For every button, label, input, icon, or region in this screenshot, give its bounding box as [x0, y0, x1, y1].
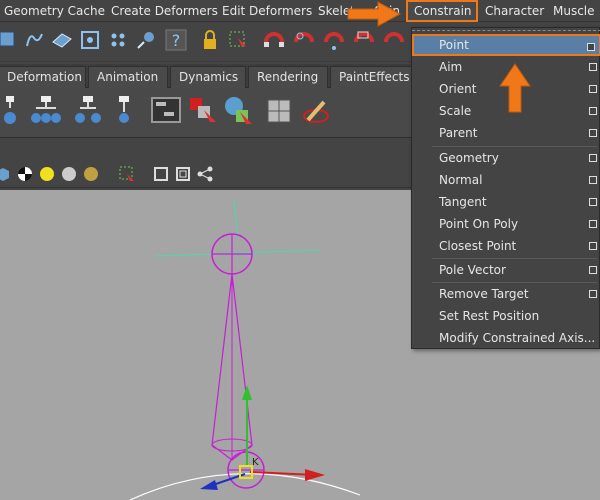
main-menubar: Geometry Cache Create Deformers Edit Def… [0, 0, 600, 22]
menu-item-remove-target[interactable]: Remove Target [412, 283, 600, 305]
point-on-poly-option-box[interactable] [589, 220, 597, 228]
help-icon[interactable]: ? [164, 28, 188, 52]
menu-constrain[interactable]: Constrain [406, 0, 478, 22]
annotation-arrow-right-icon [347, 1, 402, 27]
magnet-icon-2[interactable] [292, 28, 316, 52]
light-gray-icon[interactable] [60, 165, 78, 183]
locator-line-top [233, 199, 239, 239]
magnet-icon-5[interactable] [382, 28, 406, 52]
ik-spline-icon[interactable] [72, 94, 104, 128]
menu-create-deformers[interactable]: Create Deformers [111, 0, 218, 22]
snap-point-icon[interactable] [50, 28, 74, 52]
menu-geometry-cache[interactable]: Geometry Cache [4, 0, 105, 22]
light-gold-icon[interactable] [82, 165, 100, 183]
orient-option-box[interactable] [589, 85, 597, 93]
svg-text:K: K [252, 457, 259, 468]
tab-animation[interactable]: Animation [88, 66, 168, 88]
normal-option-box[interactable] [589, 176, 597, 184]
lock-icon[interactable] [198, 28, 222, 52]
menu-character[interactable]: Character [485, 0, 544, 22]
aim-option-box[interactable] [589, 63, 597, 71]
menu-item-point[interactable]: Point [412, 34, 600, 56]
tangent-option-box[interactable] [589, 198, 597, 206]
pole-vector-option-box[interactable] [589, 266, 597, 274]
menu-item-closest-point[interactable]: Closest Point [412, 235, 600, 257]
ik-handle-icon[interactable] [30, 94, 62, 128]
tab-dynamics[interactable]: Dynamics [170, 66, 246, 88]
skin-bind-icon[interactable] [108, 94, 140, 128]
remove-target-option-box[interactable] [589, 290, 597, 298]
snap-grid-icon[interactable] [0, 28, 20, 52]
point-option-box[interactable] [587, 43, 595, 51]
paint-brush-icon[interactable] [300, 94, 332, 128]
parent-option-box[interactable] [589, 129, 597, 137]
menu-item-tangent[interactable]: Tangent [412, 191, 600, 213]
select-highlight-icon[interactable] [226, 28, 250, 52]
sphere-select-icon[interactable] [222, 94, 254, 128]
snap-view-plane-icon[interactable] [78, 28, 102, 52]
menu-item-pole-vector[interactable]: Pole Vector [412, 259, 600, 281]
tab-deformation[interactable]: Deformation [0, 66, 86, 88]
scale-option-box[interactable] [589, 107, 597, 115]
tab-rendering[interactable]: Rendering [248, 66, 328, 88]
menu-item-normal[interactable]: Normal [412, 169, 600, 191]
wireframe-cube-icon[interactable] [0, 165, 12, 183]
cube-grid-icon[interactable] [264, 94, 296, 128]
select-camera-icon[interactable] [118, 165, 136, 183]
magnet-icon-1[interactable] [262, 28, 286, 52]
hypergraph-icon[interactable] [150, 94, 182, 128]
tab-painteffects[interactable]: PaintEffects [330, 66, 412, 88]
paint-weights-icon[interactable] [186, 94, 218, 128]
menu-item-parent[interactable]: Parent [412, 122, 600, 144]
snap-curve-icon[interactable] [22, 28, 46, 52]
checker-icon[interactable] [16, 165, 34, 183]
magnet-icon-3[interactable] [322, 28, 346, 52]
svg-text:?: ? [172, 31, 181, 50]
locator-line-horizontal [154, 249, 321, 257]
geometry-option-box[interactable] [589, 154, 597, 162]
make-live-icon[interactable] [134, 28, 158, 52]
menu-item-geometry[interactable]: Geometry [412, 147, 600, 169]
menu-edit-deformers[interactable]: Edit Deformers [222, 0, 312, 22]
light-yellow-icon[interactable] [38, 165, 56, 183]
magnet-icon-4[interactable] [352, 28, 376, 52]
menu-item-set-rest-position[interactable]: Set Rest Position [412, 305, 600, 327]
cube-wire-icon[interactable] [174, 165, 192, 183]
annotation-arrow-up-icon [499, 63, 531, 113]
menu-muscle[interactable]: Muscle [553, 0, 595, 22]
joint-tool-icon[interactable] [0, 94, 26, 128]
closest-point-option-box[interactable] [589, 242, 597, 250]
cube-shaded-icon[interactable] [152, 165, 170, 183]
menu-item-modify-constrained-axis[interactable]: Modify Constrained Axis... [412, 327, 600, 349]
snap-live-icon[interactable] [106, 28, 130, 52]
menu-item-point-on-poly[interactable]: Point On Poly [412, 213, 600, 235]
share-nodes-icon[interactable] [196, 165, 214, 183]
